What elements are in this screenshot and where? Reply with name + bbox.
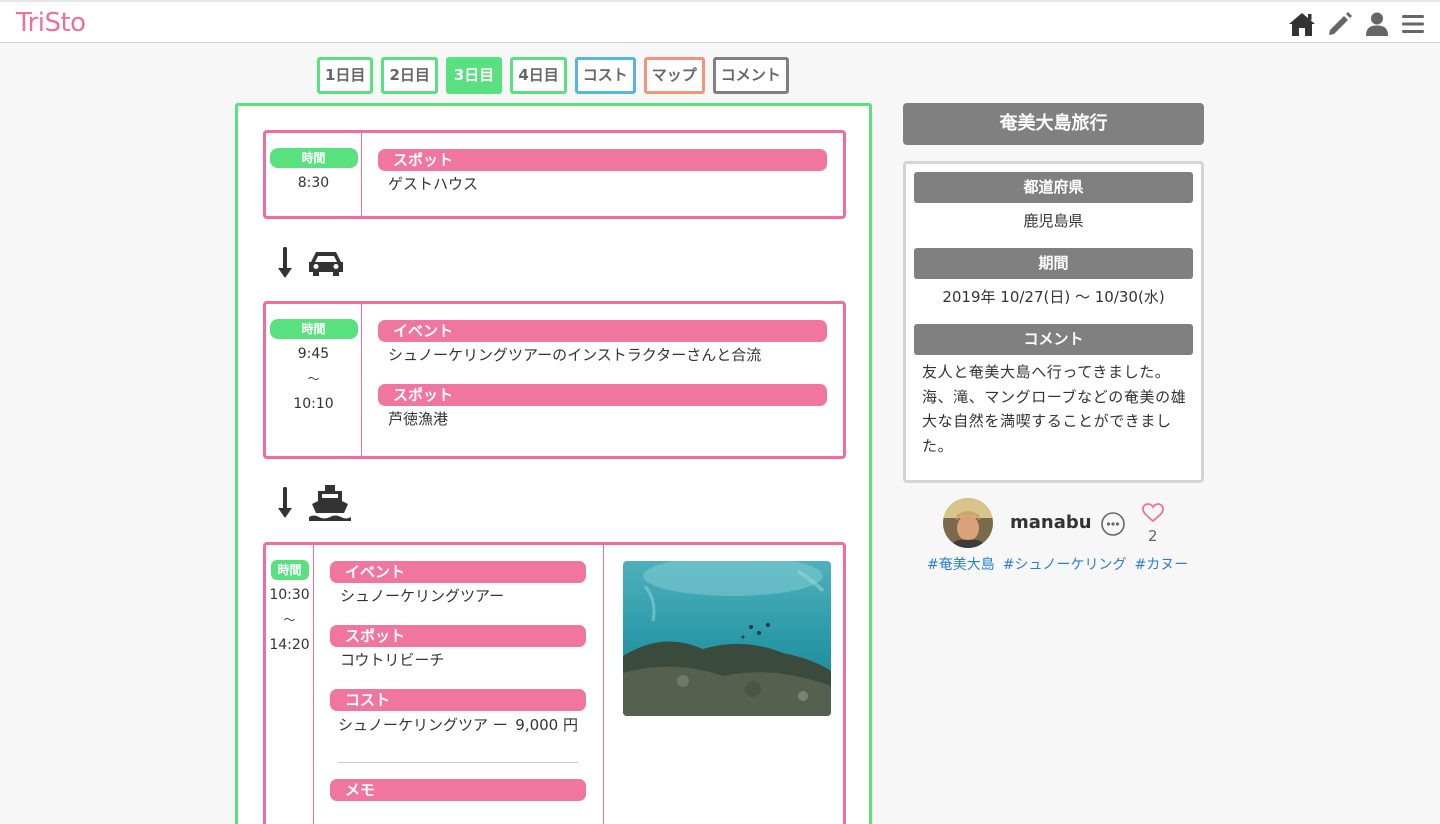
prefecture-value: 鹿児島県 [1023,212,1084,230]
day-timeline: 時間 8:30 スポット ゲストハウス 時間 9:45 〜 10:10 イベント… [235,103,872,824]
entry-label: コスト [330,689,586,711]
transport-car [278,246,344,280]
like-count: 2 [1148,527,1158,545]
entry-value: 芦徳漁港 [388,410,449,428]
time-end: 10:10 [293,396,334,412]
time-badge: 時間 [269,319,358,339]
transport-ship [278,484,352,522]
time-start: 10:30 [269,587,310,603]
menu-icon[interactable] [1400,11,1426,37]
trip-info-box: 都道府県 鹿児島県 期間 2019年 10/27(日) 〜 10/30(水) コ… [903,161,1204,483]
schedule-card: 時間 8:30 スポット ゲストハウス [263,130,846,219]
schedule-card: 時間 9:45 〜 10:10 イベント シュノーケリングツアーのインストラクタ… [263,301,846,459]
entry-label: スポット [378,149,827,171]
entry-column: スポット ゲストハウス [378,149,827,197]
time-column: 時間 10:30 〜 14:20 [266,545,314,824]
tag-list: #奄美大島 #シュノーケリング #カヌー [927,554,1188,574]
entry-value: コウトリビーチ [340,651,445,669]
time-badge: 時間 [270,560,309,580]
comment-label: コメント [914,324,1193,355]
comment-text: 友人と奄美大島へ行ってきました。海、滝、マングローブなどの奄美の雄大な自然を満喫… [922,363,1187,455]
ship-icon [309,485,351,521]
arrow-down-icon [278,247,292,278]
tab-day4[interactable]: 4日目 [510,57,567,94]
entry-label: スポット [330,625,586,647]
user-icon[interactable] [1364,11,1390,37]
cost-row: シュノーケリングツア ー 9,000 円 [338,711,578,763]
tag-link[interactable]: #シュノーケリング [1003,554,1127,574]
entry-value: ゲストハウス [388,175,479,193]
time-separator: 〜 [283,613,296,627]
entry-label: メモ [330,779,586,801]
arrow-down-icon [278,487,292,518]
top-navbar: TriSto [0,0,1440,43]
period-value: 2019年 10/27(日) 〜 10/30(水) [942,288,1165,306]
time-start: 8:30 [297,175,330,191]
tab-cost[interactable]: コスト [574,57,636,94]
entry-column: イベント シュノーケリングツアーのインストラクターさんと合流 スポット 芦徳漁港 [378,320,827,432]
avatar[interactable] [943,498,993,548]
trip-title: 奄美大島旅行 [903,103,1204,145]
tag-link[interactable]: #カヌー [1134,554,1188,574]
tab-day1[interactable]: 1日目 [317,57,374,94]
entry-value: シュノーケリングツアーのインストラクターさんと合流 [388,346,762,364]
nav-icons [1288,11,1426,37]
time-column: 時間 9:45 〜 10:10 [266,304,362,456]
schedule-card: 時間 10:30 〜 14:20 イベント シュノーケリングツアー スポット コ… [263,542,846,824]
cost-item-name: シュノーケリングツア ー [338,716,508,734]
entry-label: スポット [378,384,827,406]
tab-comment[interactable]: コメント [712,57,789,94]
photo-divider [603,545,604,824]
spot-photo[interactable] [623,561,831,716]
entry-label: イベント [330,561,586,583]
more-icon[interactable] [1100,511,1126,537]
entry-column: イベント シュノーケリングツアー スポット コウトリビーチ コスト シュノーケリ… [330,561,586,801]
entry-value: シュノーケリングツアー [340,587,505,605]
author-row: manabu 2 [943,498,1183,550]
entry-label: イベント [378,320,827,342]
brand-logo[interactable]: TriSto [16,8,86,38]
time-badge: 時間 [269,148,358,168]
heart-icon[interactable] [1142,503,1164,523]
time-column: 時間 8:30 [266,133,362,216]
tag-link[interactable]: #奄美大島 [927,554,995,574]
car-icon [309,252,343,276]
period-label: 期間 [914,248,1193,279]
time-end: 14:20 [269,637,310,653]
cost-amount: 9,000 円 [515,716,578,734]
time-separator: 〜 [307,372,320,386]
username[interactable]: manabu [1010,512,1092,533]
day-tabs: 1日目 2日目 3日目 4日目 コスト マップ コメント [317,57,789,94]
time-start: 9:45 [297,346,330,362]
tab-day3[interactable]: 3日目 [445,57,503,94]
tab-day2[interactable]: 2日目 [381,57,438,94]
prefecture-label: 都道府県 [914,172,1193,203]
pencil-icon[interactable] [1326,11,1354,37]
home-icon[interactable] [1288,11,1316,37]
tab-map[interactable]: マップ [643,57,705,94]
